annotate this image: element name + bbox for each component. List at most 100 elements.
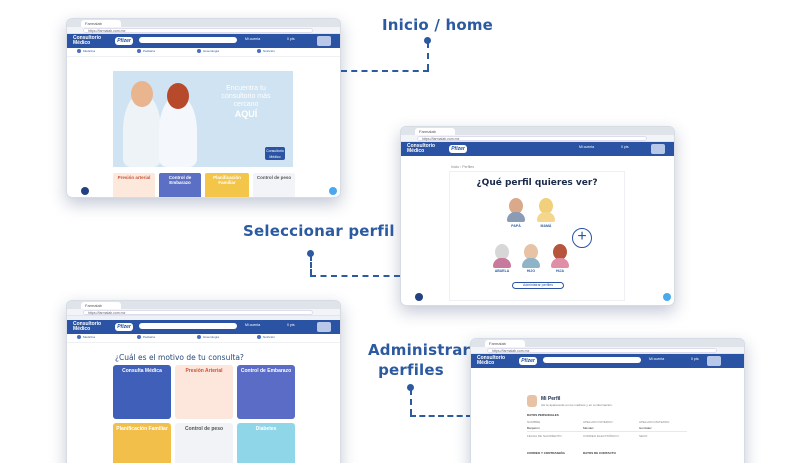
url-field[interactable]: https://farmalab.com.mx [417,136,647,141]
avatar-body [537,212,555,222]
section-heading: DATOS PERSONALES [527,413,559,417]
avatar-body [551,258,569,268]
site-logo[interactable]: Consultorio Médico [73,36,101,46]
specialty-item[interactable]: Ginecología [197,335,219,339]
site-navbar: Consultorio Médico Pfizer Mi cuenta 0 pt… [471,354,744,368]
service-card[interactable]: Planificación Familiar [205,173,249,197]
hero-text: Encuentra tu consultorio más cercano [221,85,271,108]
avatar[interactable] [651,144,665,154]
field-value[interactable]: González [639,426,652,430]
connector-line [410,415,472,417]
hero-banner[interactable]: Encuentra tu consultorio más cercano AQU… [113,71,293,167]
account-link[interactable]: Mi cuenta [245,37,260,41]
consult-card[interactable]: Presión Arterial [175,365,233,419]
field-label: APELLIDO PATERNO [583,420,613,424]
profile-name[interactable]: ABUELA [487,269,517,273]
pfizer-logo[interactable]: Pfizer [449,145,467,153]
avatar[interactable] [707,356,721,366]
browser-tab[interactable]: Farmalab [81,302,121,309]
profile-avatar[interactable] [536,196,556,222]
connector-line [341,70,429,72]
connector-line [310,275,400,277]
consult-card[interactable]: Planificación Familiar [113,423,171,463]
service-card[interactable]: Presión arterial [113,173,155,197]
section-heading: CORREO Y CONTRASEÑA [527,451,565,455]
pfizer-logo[interactable]: Pfizer [115,37,133,45]
chat-icon[interactable] [329,187,337,195]
specialty-item[interactable]: Medicina [77,335,95,339]
consult-card[interactable]: Control de Embarazo [237,365,295,419]
account-link[interactable]: Mi cuenta [245,323,260,327]
logo-line-2: Médico [477,360,495,366]
address-bar: https://farmalab.com.mx [67,309,340,316]
service-card[interactable]: Control de Embarazo [159,173,201,197]
field-value[interactable]: Benjamín [527,426,540,430]
profile-avatar[interactable] [492,242,512,268]
profile-avatar[interactable] [521,242,541,268]
specialty-item[interactable]: Pediatría [137,49,155,53]
field-label: FECHA DE NACIMIENTO [527,434,562,438]
search-input[interactable] [543,357,641,363]
pfizer-logo[interactable]: Pfizer [115,323,133,331]
search-input[interactable] [139,37,237,43]
avatar-body [493,258,511,268]
browser-tab[interactable]: Farmalab [415,128,455,135]
tab-bar: Farmalab [471,339,744,347]
service-card[interactable]: Control de peso [253,173,295,197]
specialty-item[interactable]: Pediatría [137,335,155,339]
url-field[interactable]: https://farmalab.com.mx [83,28,313,33]
account-link[interactable]: Mi cuenta [649,357,664,361]
hero-cta[interactable]: AQUÍ [211,109,281,119]
url-field[interactable]: https://farmalab.com.mx [487,348,717,353]
account-link[interactable]: Mi cuenta [579,145,594,149]
hero-badge: Consultorio Médico [265,147,285,160]
doctor-head [131,81,153,107]
avatar[interactable] [317,322,331,332]
label-home: Inicio / home [382,16,494,34]
profile-admin-window: Farmalab https://farmalab.com.mx Consult… [470,338,745,463]
site-logo[interactable]: Consultorio Médico [477,356,505,366]
profile-panel: ¿Qué perfil quieres ver? PAPÁ MAMÁ + ABU… [449,171,625,301]
logo-line-2: Médico [73,326,91,332]
profile-avatar[interactable] [550,242,570,268]
browser-tab[interactable]: Farmalab [81,20,121,27]
logo-line-2: Médico [73,40,91,46]
url-field[interactable]: https://farmalab.com.mx [83,310,313,315]
add-profile-button[interactable]: + [572,228,592,248]
manage-profiles-button[interactable]: Administrar perfiles [512,282,564,289]
scroll-dot[interactable] [415,293,423,301]
consult-card[interactable]: Consulta Médica [113,365,171,419]
browser-tab[interactable]: Farmalab [485,340,525,347]
pfizer-logo[interactable]: Pfizer [519,357,537,365]
profile-name[interactable]: PAPÁ [501,224,531,228]
page-title: ¿Qué perfil quieres ver? [476,178,598,188]
page-subtitle: Así te aparecerás en tus médicos y en tu… [541,403,613,407]
breadcrumb[interactable]: Inicio › Perfiles [451,165,474,169]
card-title: Control de Embarazo [240,368,292,374]
chat-icon[interactable] [663,293,671,301]
divider [527,431,687,432]
specialty-item[interactable]: Ginecología [197,49,219,53]
profile-name[interactable]: MAMÁ [531,224,561,228]
avatar[interactable] [317,36,331,46]
scroll-dot[interactable] [81,187,89,195]
avatar-body [507,212,525,222]
site-logo[interactable]: Consultorio Médico [407,144,435,154]
specialty-item[interactable]: Medicina [77,49,95,53]
consult-card[interactable]: Diabetes [237,423,295,463]
section-heading: DATOS DE CONTACTO [583,451,616,455]
specialty-bar: Medicina Pediatría Ginecología Nutrición [67,334,340,343]
field-value[interactable]: Méndez [583,426,594,430]
profile-name[interactable]: HIJA [545,269,575,273]
card-title: Presión Arterial [185,368,223,374]
site-logo[interactable]: Consultorio Médico [73,322,101,332]
consult-card[interactable]: Control de peso [175,423,233,463]
profile-avatar[interactable] [506,196,526,222]
specialty-item[interactable]: Nutrición [257,49,275,53]
profile-name[interactable]: HIJO [516,269,546,273]
search-input[interactable] [139,323,237,329]
card-title: Presión arterial [117,175,151,180]
select-profile-window: Farmalab https://farmalab.com.mx Consult… [400,126,675,306]
specialty-item[interactable]: Nutrición [257,335,275,339]
home-window: Farmalab https://farmalab.com.mx Consult… [66,18,341,198]
